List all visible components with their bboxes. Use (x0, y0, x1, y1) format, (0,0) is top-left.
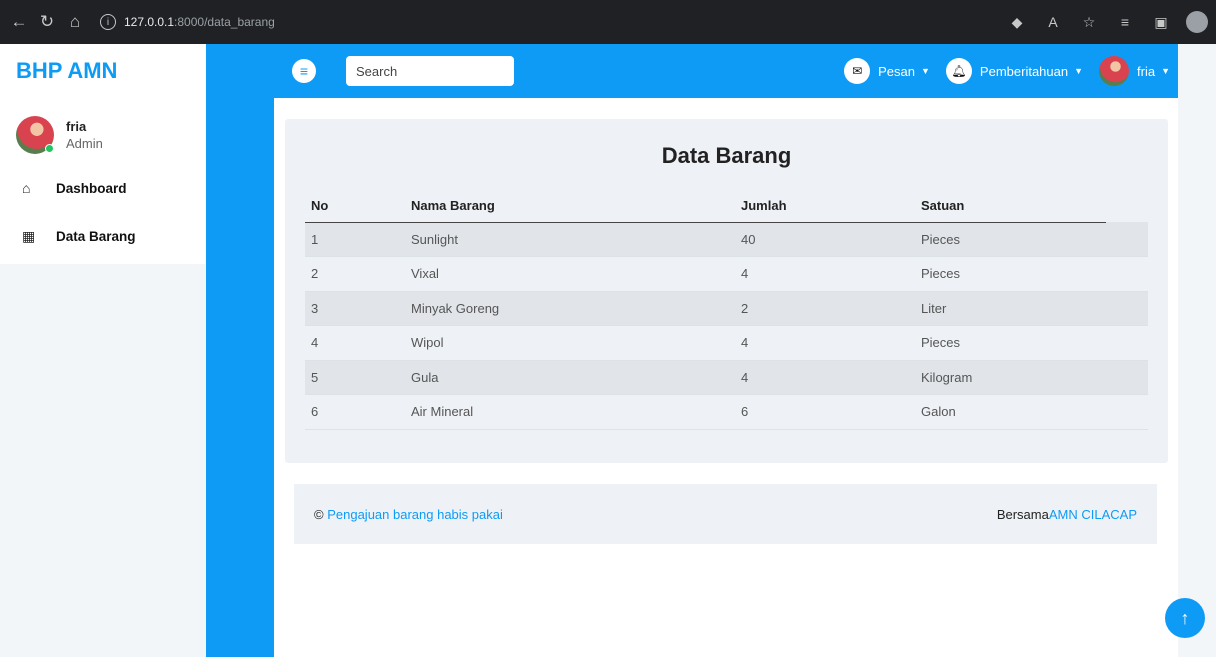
home-icon: ⌂ (22, 180, 31, 196)
cell-no: 3 (305, 291, 405, 326)
browser-profile-icon[interactable] (1186, 11, 1208, 33)
back-arrow-icon[interactable]: ← (6, 9, 32, 35)
user-role: Admin (66, 136, 103, 151)
cell-jumlah: 40 (735, 222, 915, 257)
menu-toggle-button[interactable]: ≡ (292, 59, 316, 83)
user-menu-label: fria (1137, 63, 1156, 79)
envelope-icon: ✉ (844, 58, 871, 84)
online-status-dot (45, 144, 54, 153)
topbar: ≡ ✉ Pesan ▼ 🔔︎ Pemberitahuan ▼ fria ▼ (274, 44, 1178, 98)
cell-no: 1 (305, 222, 405, 257)
cell-jumlah: 4 (735, 325, 915, 361)
cell-nama-barang: Air Mineral (405, 394, 735, 430)
cell-no: 5 (305, 360, 405, 395)
cell-no: 2 (305, 256, 405, 292)
sidebar-item-dashboard[interactable]: ⌂ Dashboard (0, 164, 206, 212)
site-info-icon[interactable]: i (100, 14, 116, 30)
footer-org-link[interactable]: AMN CILACAP (1049, 507, 1137, 522)
cell-jumlah: 4 (735, 360, 915, 395)
cell-jumlah: 4 (735, 256, 915, 292)
cell-satuan: Galon (915, 394, 1106, 430)
sidebar-accent-stripe (206, 44, 274, 657)
cell-satuan: Kilogram (915, 360, 1106, 395)
column-header-satuan: Satuan (915, 190, 1106, 223)
cell-satuan: Pieces (915, 325, 1106, 361)
cell-nama-barang: Sunlight (405, 222, 735, 257)
footer-app-link[interactable]: Pengajuan barang habis pakai (327, 507, 503, 522)
table-row: 1 Sunlight 40 Pieces (305, 222, 1148, 257)
right-gutter (1178, 44, 1216, 657)
cell-blank (1106, 394, 1148, 430)
cell-nama-barang: Vixal (405, 256, 735, 292)
avatar (1099, 56, 1130, 86)
url-host: 127.0.0.1 (124, 15, 175, 29)
sidebar: BHP AMN fria Admin ⌂ Dashboard ▦ Data Ba… (0, 44, 206, 657)
column-header-no: No (305, 190, 405, 223)
cell-jumlah: 6 (735, 394, 915, 430)
read-aloud-icon[interactable]: A (1042, 14, 1064, 30)
cell-blank (1106, 256, 1148, 292)
brand-logo[interactable]: BHP AMN (0, 44, 206, 98)
data-barang-card: Data Barang No Nama Barang Jumlah Satuan… (285, 119, 1168, 463)
collections-icon[interactable]: ▣ (1150, 14, 1172, 31)
cell-blank (1106, 325, 1148, 361)
address-bar[interactable]: i 127.0.0.1:8000/data_barang (100, 9, 920, 35)
chevron-down-icon: ▼ (921, 66, 930, 76)
footer-credit: BersamaAMN CILACAP (997, 507, 1137, 522)
column-header-jumlah: Jumlah (735, 190, 915, 223)
user-dropdown[interactable]: fria ▼ (1099, 56, 1170, 86)
notifications-dropdown[interactable]: 🔔︎ Pemberitahuan ▼ (945, 58, 1084, 84)
sidebar-item-label: Dashboard (56, 180, 127, 196)
back-to-top-button[interactable]: ↑ (1165, 598, 1205, 638)
table-header-row: No Nama Barang Jumlah Satuan (305, 190, 1148, 223)
cell-satuan: Liter (915, 291, 1106, 326)
cell-satuan: Pieces (915, 222, 1106, 257)
column-header-blank (1106, 190, 1148, 222)
cell-jumlah: 2 (735, 291, 915, 326)
messages-label: Pesan (878, 63, 915, 79)
sidebar-item-label: Data Barang (56, 228, 136, 244)
column-header-nama-barang: Nama Barang (405, 190, 735, 223)
arrow-up-icon: ↑ (1180, 607, 1190, 628)
sidebar-user: fria Admin (0, 98, 206, 164)
favorite-star-icon[interactable]: ☆ (1078, 14, 1100, 31)
chevron-down-icon: ▼ (1161, 66, 1170, 76)
cell-satuan: Pieces (915, 256, 1106, 292)
cell-nama-barang: Wipol (405, 325, 735, 361)
cell-blank (1106, 360, 1148, 395)
footer-copyright: © Pengajuan barang habis pakai (314, 507, 503, 522)
bell-icon: 🔔︎ (945, 58, 972, 84)
table-row: 6 Air Mineral 6 Galon (305, 394, 1148, 430)
sidebar-item-data-barang[interactable]: ▦ Data Barang (0, 212, 206, 260)
cell-blank (1106, 222, 1148, 257)
favorites-list-icon[interactable]: ≡ (1114, 14, 1136, 30)
cell-blank (1106, 291, 1148, 326)
notifications-label: Pemberitahuan (979, 63, 1069, 79)
cell-nama-barang: Minyak Goreng (405, 291, 735, 326)
home-icon[interactable]: ⌂ (62, 9, 88, 35)
cell-no: 4 (305, 325, 405, 361)
avatar (16, 116, 54, 154)
reload-icon[interactable]: ↻ (34, 9, 60, 35)
cell-nama-barang: Gula (405, 360, 735, 395)
cell-no: 6 (305, 394, 405, 430)
messages-dropdown[interactable]: ✉ Pesan ▼ (844, 58, 930, 84)
chevron-down-icon: ▼ (1074, 66, 1084, 76)
table-row: 4 Wipol 4 Pieces (305, 325, 1148, 361)
page-title: Data Barang (661, 143, 792, 168)
footer-credit-prefix: Bersama (996, 506, 1049, 522)
table-row: 5 Gula 4 Kilogram (305, 360, 1148, 395)
table-row: 3 Minyak Goreng 2 Liter (305, 291, 1148, 326)
user-name: fria (66, 119, 87, 134)
copyright-symbol: © (314, 506, 324, 522)
grid-icon: ▦ (22, 227, 36, 244)
data-table: No Nama Barang Jumlah Satuan 1 Sunlight … (305, 190, 1148, 430)
footer: © Pengajuan barang habis pakai BersamaAM… (294, 484, 1157, 544)
url-path: :8000/data_barang (174, 15, 275, 29)
table-row: 2 Vixal 4 Pieces (305, 256, 1148, 292)
browser-toolbar: ← ↻ ⌂ i 127.0.0.1:8000/data_barang ◆ A ☆… (0, 0, 1216, 44)
search-input[interactable] (346, 56, 514, 86)
extension-tag-icon[interactable]: ◆ (1006, 14, 1028, 31)
